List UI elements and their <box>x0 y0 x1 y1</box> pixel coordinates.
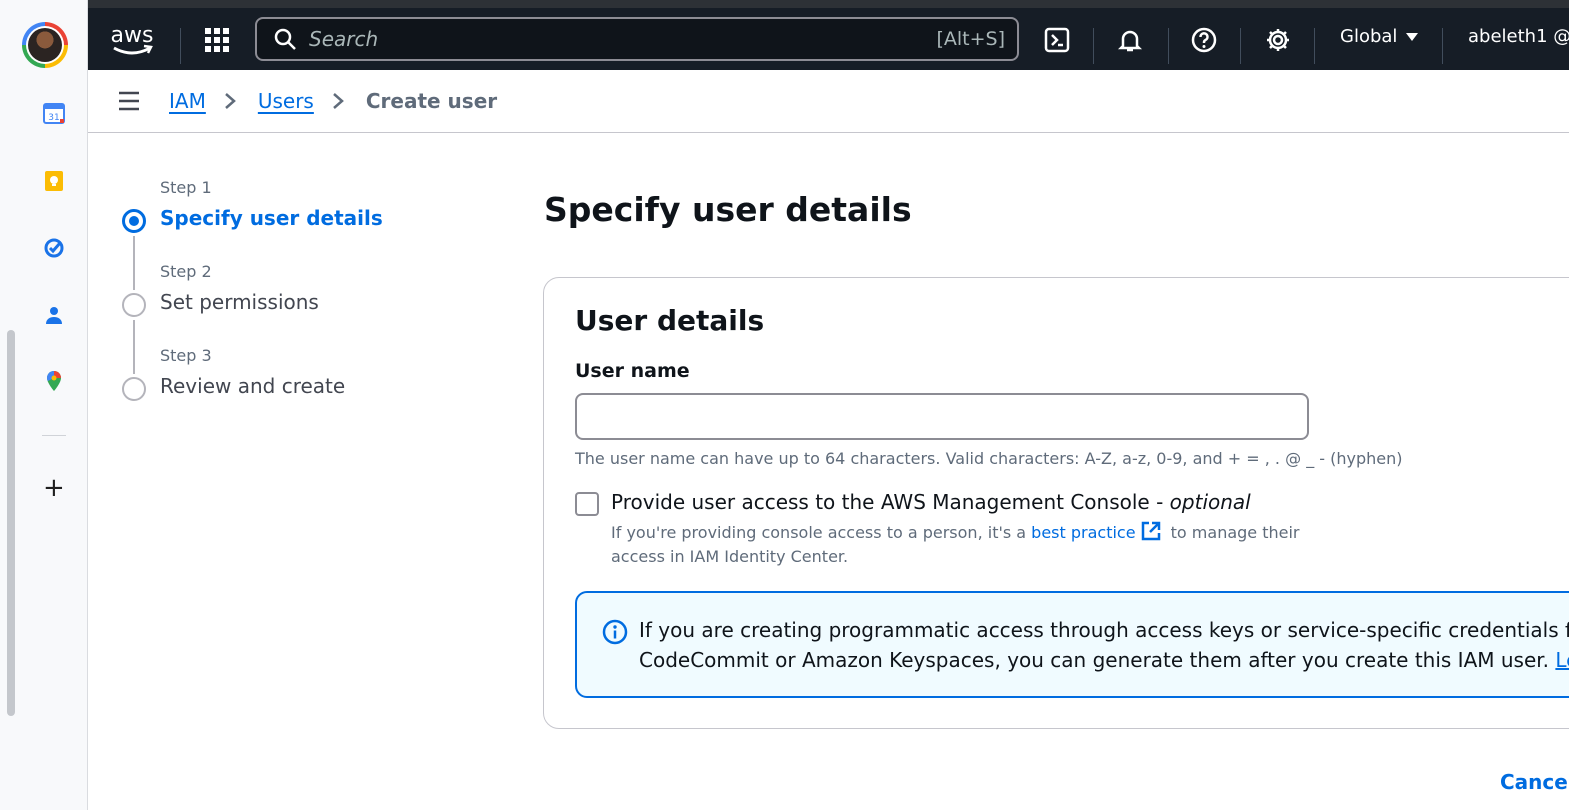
external-link-icon[interactable] <box>1140 520 1162 542</box>
keep-icon[interactable] <box>40 167 68 195</box>
chevron-right-icon <box>333 93 344 109</box>
account-menu[interactable]: abeleth1 @ <box>1468 26 1569 47</box>
tasks-icon[interactable] <box>40 234 68 262</box>
nav-separator <box>1314 28 1315 64</box>
settings-gear-icon[interactable] <box>1264 26 1292 54</box>
help-icon[interactable] <box>1190 26 1218 54</box>
cloudshell-icon[interactable] <box>1043 26 1071 54</box>
step-active-indicator <box>122 209 146 233</box>
search-bar[interactable]: [Alt+S] <box>255 17 1019 61</box>
chevron-right-icon <box>225 93 236 109</box>
info-alert: If you are creating programmatic access … <box>575 591 1569 698</box>
console-access-label[interactable]: Provide user access to the AWS Managemen… <box>611 490 1251 514</box>
svg-text:31: 31 <box>48 113 59 123</box>
caret-down-icon <box>1406 32 1419 41</box>
breadcrumb-iam-link[interactable]: IAM <box>169 89 206 113</box>
aws-logo-icon[interactable]: aws <box>108 20 156 60</box>
info-icon <box>602 619 628 645</box>
console-access-label-text: Provide user access to the AWS Managemen… <box>611 490 1170 514</box>
nav-separator <box>1442 28 1443 64</box>
search-input[interactable] <box>307 26 937 52</box>
breadcrumb: IAM Users Create user <box>169 89 497 113</box>
breadcrumb-users-link[interactable]: Users <box>258 89 314 113</box>
region-selector[interactable]: Global <box>1340 26 1419 47</box>
side-divider <box>42 435 66 436</box>
step-pending-indicator <box>122 377 146 401</box>
step-number: Step 2 <box>160 262 212 281</box>
learn-more-link[interactable]: Learn more <box>1555 648 1569 672</box>
aws-logo-text: aws <box>111 23 154 48</box>
step-title[interactable]: Specify user details <box>160 206 383 230</box>
nav-separator <box>1240 28 1241 64</box>
step-title: Review and create <box>160 374 346 398</box>
info-alert-text: If you are creating programmatic access … <box>639 615 1569 675</box>
step-number: Step 1 <box>160 178 212 197</box>
step-title: Set permissions <box>160 290 319 314</box>
aws-top-nav: aws [Alt+S] Global abeleth1 @ <box>88 0 1569 70</box>
search-shortcut: [Alt+S] <box>936 28 1005 50</box>
notifications-bell-icon[interactable] <box>1116 26 1144 54</box>
username-field[interactable] <box>575 393 1309 440</box>
nav-separator <box>1168 28 1169 64</box>
add-icon[interactable]: + <box>43 475 65 501</box>
optional-tag: optional <box>1169 490 1251 514</box>
username-label: User name <box>575 360 690 382</box>
maps-icon[interactable] <box>40 367 68 395</box>
hamburger-menu-icon[interactable] <box>118 91 140 111</box>
wizard-step-2: Step 2 Set permissions <box>118 262 478 374</box>
calendar-icon[interactable]: 31 <box>40 99 68 127</box>
user-details-card: User details User name The user name can… <box>543 277 1569 729</box>
info-line-2: CodeCommit or Amazon Keyspaces, you can … <box>639 648 1556 672</box>
browser-side-panel: 31 + <box>0 0 88 810</box>
console-access-checkbox[interactable] <box>575 492 599 516</box>
nav-separator <box>1093 28 1094 64</box>
wizard-step-3: Step 3 Review and create <box>118 346 478 430</box>
wizard-step-1[interactable]: Step 1 Specify user details <box>118 178 478 290</box>
console-access-description: If you're providing console access to a … <box>611 520 1331 569</box>
search-icon <box>274 28 296 50</box>
info-line-1: If you are creating programmatic access … <box>639 618 1569 642</box>
contacts-icon[interactable] <box>40 301 68 329</box>
best-practice-link[interactable]: best practice <box>1031 523 1135 542</box>
side-scrollbar[interactable] <box>7 330 15 716</box>
step-number: Step 3 <box>160 346 212 365</box>
profile-avatar[interactable] <box>22 22 68 68</box>
nav-separator <box>180 28 181 64</box>
services-grid-icon[interactable] <box>204 27 230 53</box>
step-pending-indicator <box>122 293 146 317</box>
breadcrumb-current: Create user <box>365 89 498 113</box>
breadcrumb-bar: IAM Users Create user <box>88 70 1569 133</box>
card-heading: User details <box>575 304 765 337</box>
region-label: Global <box>1340 26 1398 47</box>
wizard-steps: Step 1 Specify user details Step 2 Set p… <box>118 178 478 430</box>
page-title: Specify user details <box>544 190 912 229</box>
username-hint: The user name can have up to 64 characte… <box>575 449 1403 468</box>
cancel-button[interactable]: Cancel <box>1500 770 1569 794</box>
desc-text-before: If you're providing console access to a … <box>611 523 1032 542</box>
